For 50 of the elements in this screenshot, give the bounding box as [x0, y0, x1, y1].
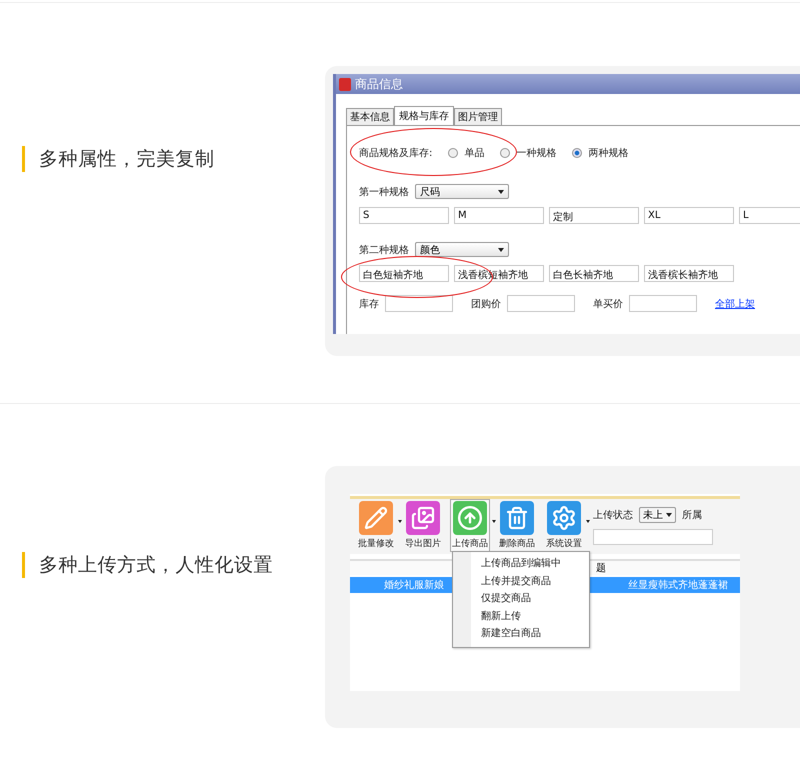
table-cell-text: 婚纱礼服新娘 — [384, 578, 444, 592]
input-field[interactable] — [385, 295, 453, 312]
input-field[interactable] — [507, 295, 575, 312]
input-field[interactable]: 白色长袖齐地 — [549, 265, 639, 282]
spec-label: 第一种规格 — [359, 186, 409, 198]
radio-button[interactable] — [500, 148, 510, 158]
search-field[interactable] — [593, 529, 713, 545]
caret-icon — [498, 248, 504, 252]
tab[interactable]: 基本信息 — [346, 108, 394, 126]
table-cell-text: 丝显瘦韩式齐地蓬蓬裙 — [628, 578, 728, 592]
spec-dropdown[interactable]: 尺码 — [415, 184, 509, 199]
input-field[interactable]: 白色短袖齐地 — [359, 265, 449, 282]
field-label: 库存 — [359, 298, 379, 310]
input-field[interactable]: L — [739, 207, 800, 224]
menu-item[interactable]: 翻新上传 — [473, 608, 589, 625]
radio-label: 一种规格 — [516, 146, 556, 160]
caret-icon — [498, 190, 504, 194]
field-label: 单买价 — [593, 298, 623, 310]
radio-button[interactable] — [572, 148, 582, 158]
tab[interactable]: 规格与库存 — [394, 106, 454, 126]
field-label: 团购价 — [471, 298, 501, 310]
spec-mode-label: 商品规格及库存: — [359, 146, 432, 160]
menu-item[interactable]: 上传商品到编辑中 — [473, 555, 589, 572]
menu-item[interactable]: 新建空白商品 — [473, 625, 589, 642]
input-field[interactable] — [629, 295, 697, 312]
column-header: 题 — [596, 562, 606, 575]
radio-button[interactable] — [448, 148, 458, 158]
input-field[interactable]: S — [359, 207, 449, 224]
tab[interactable]: 图片管理 — [454, 108, 502, 126]
input-field[interactable]: 定制 — [549, 207, 639, 224]
radio-label: 单品 — [464, 146, 484, 160]
window-title: 商品信息 — [355, 76, 403, 92]
trash-icon — [505, 506, 529, 530]
input-field[interactable]: XL — [644, 207, 734, 224]
spec-dropdown[interactable]: 颜色 — [415, 242, 509, 257]
store-label: 所属 — [682, 508, 702, 522]
link[interactable]: 全部上架 — [715, 296, 755, 310]
radio-label: 两种规格 — [588, 146, 628, 160]
images-icon — [411, 506, 435, 530]
pencil-icon — [364, 506, 388, 530]
upload-icon — [457, 505, 483, 531]
caret-icon — [666, 513, 672, 517]
status-dropdown[interactable]: 未上 — [639, 507, 676, 523]
settings-icon — [551, 505, 577, 531]
status-label: 上传状态 — [593, 508, 633, 522]
input-field[interactable]: 浅香槟长袖齐地 — [644, 265, 734, 282]
spec-label: 第二种规格 — [359, 244, 409, 256]
app-icon — [339, 78, 351, 90]
input-field[interactable]: M — [454, 207, 544, 224]
menu-item[interactable]: 仅提交商品 — [473, 590, 589, 608]
